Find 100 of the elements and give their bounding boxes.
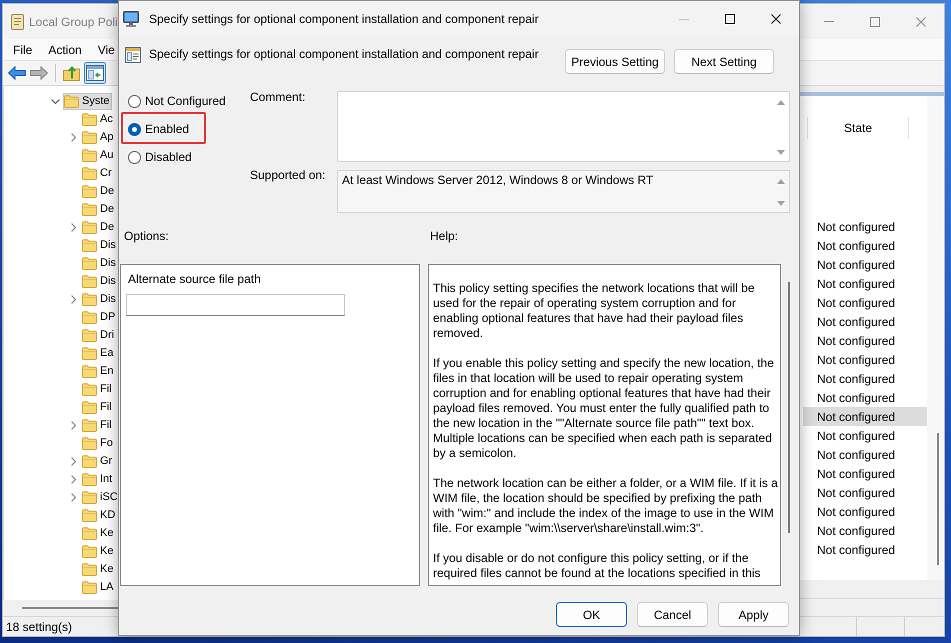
tree-item[interactable]: Fil: [81, 398, 114, 416]
tree-item[interactable]: LA: [81, 578, 116, 596]
folder-icon: [82, 220, 97, 234]
tree-item[interactable]: Gr: [81, 452, 114, 470]
chevron-down-icon[interactable]: [50, 98, 60, 104]
setting-row[interactable]: Not configured: [803, 331, 927, 350]
column-header[interactable]: State: [808, 117, 909, 139]
pane-layout-icon[interactable]: [84, 62, 106, 84]
scroll-thumb[interactable]: [937, 433, 939, 565]
tree-item[interactable]: KD: [81, 506, 118, 524]
tree-item[interactable]: Ke: [81, 524, 116, 542]
tree-item[interactable]: Ke: [81, 542, 116, 560]
setting-row[interactable]: Not configured: [803, 483, 927, 502]
setting-row[interactable]: Not configured: [803, 369, 927, 388]
setting-row[interactable]: Not configured: [803, 350, 927, 369]
setting-row[interactable]: Not configured: [803, 255, 927, 274]
option-label[interactable]: Enabled: [145, 122, 190, 136]
tree-item[interactable]: Fil: [81, 380, 114, 398]
tree-item[interactable]: De: [81, 182, 116, 200]
setting-row[interactable]: Not configured: [803, 445, 927, 464]
tree-item[interactable]: iSC: [81, 488, 120, 506]
dialog-button[interactable]: Apply: [718, 602, 789, 627]
folder-icon: [82, 454, 97, 468]
setting-row[interactable]: Not configured: [803, 426, 927, 445]
setting-row[interactable]: Not configured: [803, 312, 927, 331]
tree-item[interactable]: Ac: [81, 110, 115, 128]
radio-button[interactable]: [128, 150, 141, 164]
scroll-up-arrow-icon[interactable]: [777, 179, 785, 184]
close-icon[interactable]: [771, 14, 781, 24]
supported-on-field[interactable]: At least Windows Server 2012, Windows 8 or Windows RT: [337, 170, 790, 213]
help-paragraph: The network location can be either a folder, or a WIM file. If it is a WIM file, the location should be specified by prefixing the path with "wim:" and include the index of the image to use in the WIM file. For example "wim:\\server\share\install.wim:3".: [433, 476, 779, 536]
scroll-thumb[interactable]: [788, 282, 790, 533]
setting-row[interactable]: Not configured: [803, 464, 927, 483]
setting-row[interactable]: Not configured: [803, 217, 927, 236]
radio-button[interactable]: [128, 122, 141, 136]
nav-button[interactable]: Previous Setting: [565, 49, 665, 74]
tree-item[interactable]: Dis: [81, 272, 118, 290]
tree-item[interactable]: De: [81, 218, 116, 236]
tree-item[interactable]: Ap: [81, 128, 116, 146]
comment-field[interactable]: [337, 91, 790, 162]
setting-row[interactable]: Not configured: [803, 540, 927, 559]
scroll-up-arrow-icon[interactable]: [777, 100, 785, 105]
tree-item[interactable]: Dis: [81, 290, 118, 308]
folder-icon: [82, 364, 97, 378]
folder-icon: [82, 436, 97, 450]
tree-item[interactable]: Fil: [81, 416, 114, 434]
radio-button[interactable]: [128, 94, 141, 108]
setting-row[interactable]: Not configured: [803, 236, 927, 255]
tree-item[interactable]: Dis: [81, 254, 118, 272]
setting-row[interactable]: Not configured: [803, 521, 927, 540]
nav-button[interactable]: Next Setting: [674, 49, 774, 74]
scroll-down-arrow-icon[interactable]: [777, 150, 785, 155]
tree-item[interactable]: Ea: [81, 344, 116, 362]
tree-item[interactable]: De: [81, 200, 116, 218]
option-label[interactable]: Disabled: [145, 150, 192, 164]
menu-item[interactable]: File: [11, 42, 34, 56]
tree-item[interactable]: DP: [81, 308, 118, 326]
setting-row[interactable]: Not configured: [803, 407, 927, 426]
tree-item[interactable]: Dis: [81, 236, 118, 254]
tree-item[interactable]: Syste: [63, 92, 112, 110]
setting-row[interactable]: Not configured: [803, 388, 927, 407]
window-title: Specify settings for optional component installation and component repair: [149, 12, 539, 26]
chevron-right-icon[interactable]: [70, 474, 76, 484]
folder-icon: [82, 418, 97, 432]
chevron-right-icon[interactable]: [70, 294, 76, 304]
chevron-right-icon[interactable]: [70, 456, 76, 466]
tree-item[interactable]: Au: [81, 146, 116, 164]
tree-item[interactable]: En: [81, 362, 116, 380]
folder-icon: [82, 202, 97, 216]
scroll-down-arrow-icon[interactable]: [777, 201, 785, 206]
tree-item[interactable]: Fo: [81, 434, 115, 452]
setting-row[interactable]: Not configured: [803, 293, 927, 312]
maximize-icon[interactable]: [725, 14, 735, 24]
document-icon: [10, 14, 24, 30]
folder-icon: [82, 184, 97, 198]
folder-icon: [82, 346, 97, 360]
chevron-right-icon[interactable]: [70, 492, 76, 502]
tree-item[interactable]: Dri: [81, 326, 116, 344]
dialog-button[interactable]: Cancel: [637, 602, 708, 627]
folder-arrow-icon[interactable]: [63, 66, 80, 80]
tree-item[interactable]: Ke: [81, 560, 116, 578]
text-field[interactable]: [126, 294, 345, 316]
folder-icon: [82, 562, 97, 576]
tree-item[interactable]: Cr: [81, 164, 114, 182]
scroll-thumb[interactable]: [22, 607, 118, 609]
chevron-right-icon[interactable]: [70, 132, 76, 142]
folder-icon: [82, 526, 97, 540]
chevron-right-icon[interactable]: [70, 420, 76, 430]
option-label[interactable]: Not Configured: [145, 94, 226, 108]
back-arrow-icon[interactable]: [8, 66, 26, 80]
menu-item[interactable]: Action: [46, 42, 84, 56]
setting-row[interactable]: Not configured: [803, 502, 927, 521]
setting-row[interactable]: Not configured: [803, 274, 927, 293]
folder-icon: [82, 580, 97, 594]
tree-item[interactable]: Int: [81, 470, 114, 488]
chevron-right-icon[interactable]: [70, 222, 76, 232]
status-text: 18 setting(s): [6, 620, 72, 634]
dialog-button[interactable]: OK: [556, 602, 627, 627]
menu-item[interactable]: Vie: [96, 42, 117, 56]
computer-icon: [122, 11, 140, 27]
